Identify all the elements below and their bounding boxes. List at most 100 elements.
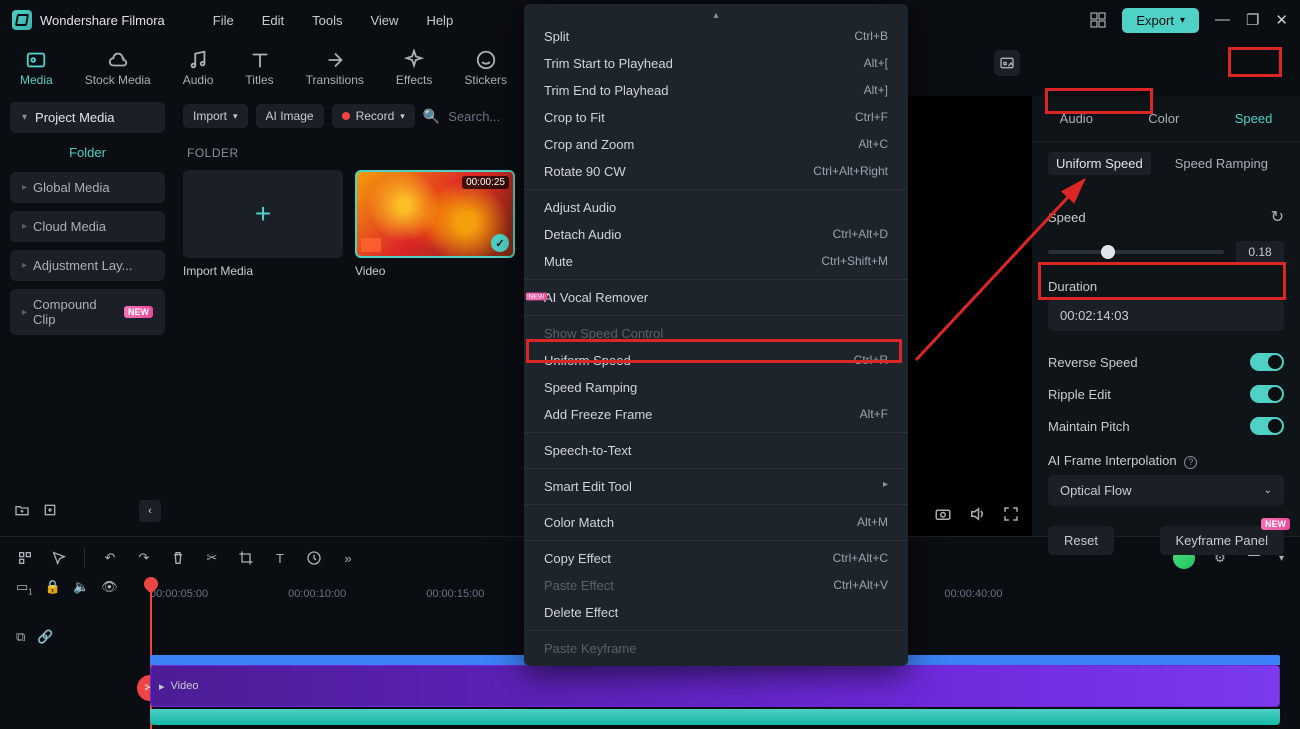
help-icon[interactable]: ? — [1184, 456, 1197, 469]
menu-tools[interactable]: Tools — [312, 13, 342, 28]
cut-icon[interactable]: ✂ — [203, 549, 221, 567]
ctx-item-ai-vocal-remover[interactable]: AI Vocal Remover — [524, 284, 908, 311]
tab-media[interactable]: Media — [20, 49, 53, 87]
ctx-item-crop-to-fit[interactable]: Crop to FitCtrl+F — [524, 104, 908, 131]
track-visible-icon[interactable]: 👁 — [101, 579, 118, 597]
more-icon[interactable]: » — [339, 549, 357, 567]
track-lock-icon[interactable]: 🔒 — [45, 579, 61, 597]
duration-input[interactable]: 00:02:14:03 — [1048, 300, 1284, 331]
project-media-header[interactable]: ▾ Project Media — [10, 102, 165, 133]
speed-tab-ramping[interactable]: Speed Ramping — [1167, 152, 1276, 175]
cursor-icon[interactable] — [50, 549, 68, 567]
ctx-item-uniform-speed[interactable]: Uniform SpeedCtrl+R — [524, 347, 908, 374]
ctx-item-rotate-90-cw[interactable]: Rotate 90 CWCtrl+Alt+Right — [524, 158, 908, 185]
new-folder-icon[interactable] — [14, 502, 30, 521]
chevron-down-icon: ▾ — [1180, 15, 1185, 26]
menu-help[interactable]: Help — [426, 13, 453, 28]
reverse-speed-toggle[interactable] — [1250, 353, 1284, 371]
track-link-icon[interactable]: 🔗 — [37, 629, 53, 645]
magnet-icon[interactable] — [16, 549, 34, 567]
ripple-edit-toggle[interactable] — [1250, 385, 1284, 403]
track-copy-icon[interactable]: ⧉ — [16, 629, 25, 645]
ctx-item-detach-audio[interactable]: Detach AudioCtrl+Alt+D — [524, 221, 908, 248]
timeline-clip[interactable]: ▸ Video — [150, 665, 1280, 707]
minimize-icon[interactable]: — — [1215, 11, 1230, 29]
record-button[interactable]: Record▾ — [332, 104, 415, 128]
keyframe-panel-button[interactable]: Keyframe Panel NEW — [1160, 526, 1285, 555]
ctx-item-smart-edit-tool[interactable]: Smart Edit Tool▸ — [524, 473, 908, 500]
volume-icon[interactable] — [968, 505, 986, 526]
collapse-sidebar-button[interactable]: ‹ — [139, 500, 161, 522]
right-tab-speed[interactable]: Speed — [1225, 105, 1283, 132]
speed-slider[interactable] — [1048, 250, 1224, 254]
folder-tab[interactable]: Folder — [10, 133, 165, 172]
slider-thumb[interactable] — [1101, 245, 1115, 259]
scroll-up-icon[interactable]: ▴ — [524, 8, 908, 23]
sidebar-item-cloud-media[interactable]: ▸Cloud Media — [10, 211, 165, 242]
track-mute-icon[interactable]: 🔈 — [73, 579, 89, 597]
tab-stock-media[interactable]: Stock Media — [85, 49, 151, 87]
ctx-item-speed-ramping[interactable]: Speed Ramping — [524, 374, 908, 401]
sidebar-item-global-media[interactable]: ▸Global Media — [10, 172, 165, 203]
ctx-item-trim-start-to-playhead[interactable]: Trim Start to PlayheadAlt+[ — [524, 50, 908, 77]
ripple-edit-label: Ripple Edit — [1048, 387, 1111, 402]
right-tab-color[interactable]: Color — [1138, 105, 1189, 132]
tab-titles[interactable]: Titles — [245, 49, 273, 87]
menu-file[interactable]: File — [213, 13, 234, 28]
speed-tool-icon[interactable] — [305, 549, 323, 567]
fullscreen-icon[interactable] — [1002, 505, 1020, 526]
ctx-item-trim-end-to-playhead[interactable]: Trim End to PlayheadAlt+] — [524, 77, 908, 104]
ctx-item-color-match[interactable]: Color MatchAlt+M — [524, 509, 908, 536]
export-button[interactable]: Export ▾ — [1122, 8, 1199, 33]
ctx-item-add-freeze-frame[interactable]: Add Freeze FrameAlt+F — [524, 401, 908, 428]
ctx-item-mute[interactable]: MuteCtrl+Shift+M — [524, 248, 908, 275]
track-video-icon[interactable]: ▭1 — [16, 579, 33, 597]
speed-tab-uniform[interactable]: Uniform Speed — [1048, 152, 1151, 175]
tab-stickers[interactable]: Stickers — [464, 49, 507, 87]
crop-icon[interactable] — [237, 549, 255, 567]
maintain-pitch-toggle[interactable] — [1250, 417, 1284, 435]
ctx-item-crop-and-zoom[interactable]: Crop and ZoomAlt+C — [524, 131, 908, 158]
menu-view[interactable]: View — [370, 13, 398, 28]
chevron-down-icon: ▾ — [233, 111, 238, 122]
ctx-item-delete-effect[interactable]: Delete Effect — [524, 599, 908, 626]
new-bin-icon[interactable] — [42, 502, 58, 521]
video-clip-tile[interactable]: 00:00:25 ✓ — [355, 170, 515, 258]
app-title: Wondershare Filmora — [40, 13, 165, 28]
import-button[interactable]: Import▾ — [183, 104, 248, 128]
timeline-audio-waveform[interactable] — [150, 709, 1280, 725]
undo-icon[interactable]: ↶ — [101, 549, 119, 567]
ctx-item-speech-to-text[interactable]: Speech-to-Text — [524, 437, 908, 464]
sidebar-item-compound-clip[interactable]: ▸Compound ClipNEW — [10, 289, 165, 335]
search-icon[interactable]: 🔍 — [423, 108, 440, 125]
tab-transitions[interactable]: Transitions — [306, 49, 364, 87]
search-input[interactable]: Search... — [448, 109, 500, 124]
import-media-tile[interactable]: + — [183, 170, 343, 258]
maximize-icon[interactable]: ❐ — [1246, 11, 1259, 29]
tab-effects[interactable]: Effects — [396, 49, 432, 87]
speed-value[interactable]: 0.18 — [1236, 241, 1284, 263]
right-tab-audio[interactable]: Audio — [1050, 105, 1103, 132]
ctx-item-adjust-audio[interactable]: Adjust Audio — [524, 194, 908, 221]
menu-edit[interactable]: Edit — [262, 13, 284, 28]
redo-icon[interactable]: ↷ — [135, 549, 153, 567]
delete-icon[interactable] — [169, 549, 187, 567]
ctx-item-copy-effect[interactable]: Copy EffectCtrl+Alt+C — [524, 545, 908, 572]
interpolation-dropdown[interactable]: Optical Flow ⌄ — [1048, 475, 1284, 506]
menubar: File Edit Tools View Help — [213, 13, 453, 28]
ctx-item-paste-keyframe: Paste Keyframe — [524, 635, 908, 662]
snapshot-icon[interactable] — [994, 50, 1020, 76]
reset-button[interactable]: Reset — [1048, 526, 1114, 555]
layout-grid-icon[interactable] — [1090, 12, 1106, 28]
new-badge: NEW — [1261, 518, 1290, 530]
close-icon[interactable]: ✕ — [1275, 11, 1288, 29]
text-tool-icon[interactable]: T — [271, 549, 289, 567]
reset-speed-icon[interactable]: ↻ — [1271, 207, 1284, 227]
stickers-icon — [475, 49, 497, 71]
ctx-item-split[interactable]: SplitCtrl+B — [524, 23, 908, 50]
sidebar-item-adjustment-layer[interactable]: ▸Adjustment Lay... — [10, 250, 165, 281]
camera-icon[interactable] — [934, 505, 952, 526]
duration-label: Duration — [1048, 279, 1284, 294]
ai-image-button[interactable]: AI Image — [256, 104, 324, 128]
tab-audio[interactable]: Audio — [183, 49, 214, 87]
